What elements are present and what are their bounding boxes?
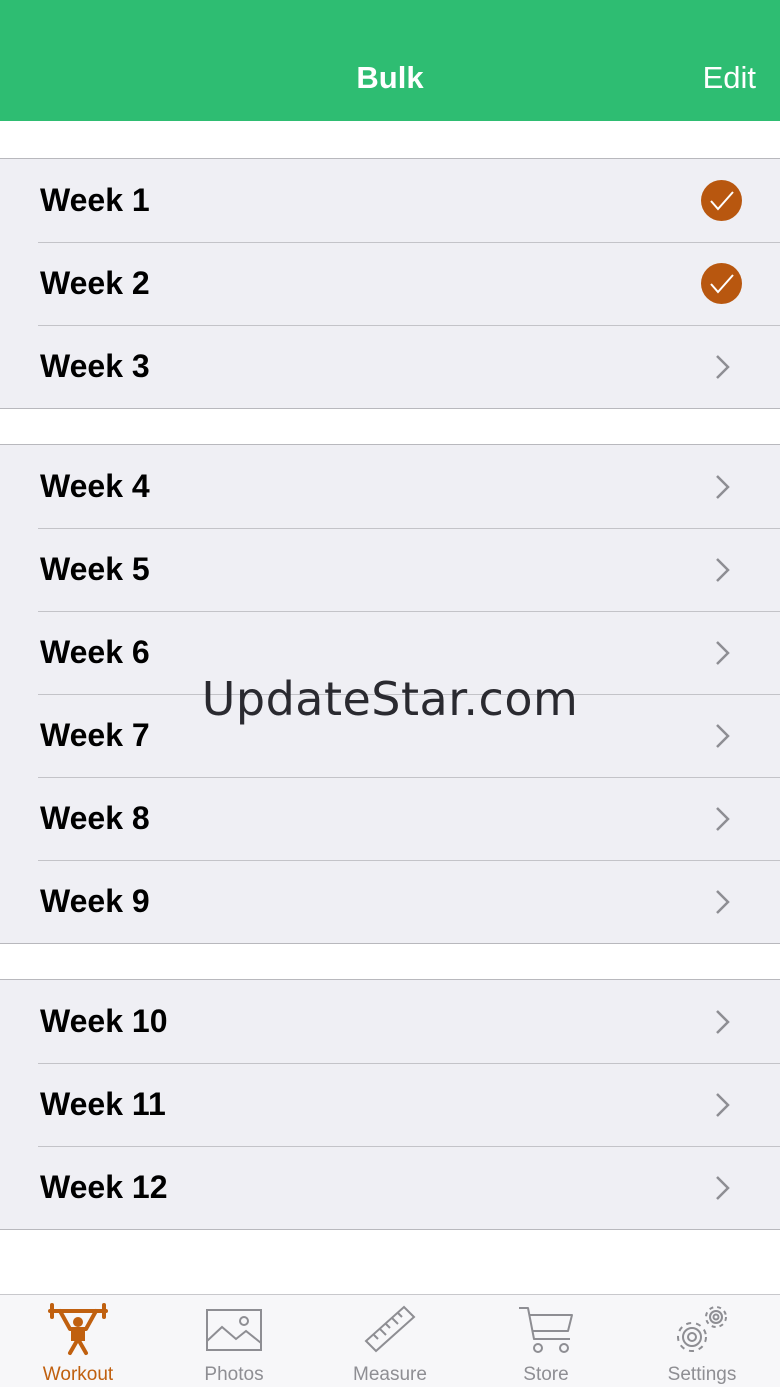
week-label: Week 2 bbox=[40, 265, 150, 301]
photo-icon bbox=[206, 1309, 262, 1351]
week-label: Week 9 bbox=[40, 883, 150, 919]
week-section-1: Week 1 Week 2 Week 3 bbox=[0, 158, 780, 409]
week-label: Week 10 bbox=[40, 1003, 168, 1039]
tab-label: Measure bbox=[353, 1364, 427, 1385]
week-section-3: Week 10 Week 11 Week 12 bbox=[0, 979, 780, 1230]
tab-photos[interactable]: Photos bbox=[156, 1295, 312, 1387]
weightlifter-icon bbox=[48, 1303, 108, 1355]
chevron-right-icon bbox=[716, 807, 730, 831]
list-item-week-11[interactable]: Week 11 bbox=[0, 1063, 780, 1146]
week-label: Week 4 bbox=[40, 468, 150, 504]
chevron-right-icon bbox=[716, 558, 730, 582]
cart-icon bbox=[519, 1307, 573, 1353]
gears-icon bbox=[677, 1306, 727, 1352]
week-label: Week 5 bbox=[40, 551, 150, 587]
tab-label: Settings bbox=[667, 1364, 737, 1385]
list-item-week-8[interactable]: Week 8 bbox=[0, 777, 780, 860]
week-label: Week 1 bbox=[40, 182, 150, 218]
chevron-right-icon bbox=[716, 1093, 730, 1117]
chevron-right-icon bbox=[716, 355, 730, 379]
tab-bar: Workout Photos Measure Store Settings bbox=[0, 1294, 780, 1387]
tab-workout[interactable]: Workout bbox=[0, 1295, 156, 1387]
list-item-week-4[interactable]: Week 4 bbox=[0, 445, 780, 528]
tab-label: Workout bbox=[42, 1364, 114, 1385]
nav-bar: Bulk Edit bbox=[0, 0, 780, 121]
ruler-icon bbox=[364, 1305, 416, 1353]
tab-label: Store bbox=[523, 1364, 569, 1385]
watermark-text: UpdateStar.com bbox=[201, 672, 579, 726]
edit-button[interactable]: Edit bbox=[703, 60, 756, 96]
list-item-week-9[interactable]: Week 9 bbox=[0, 860, 780, 943]
chevron-right-icon bbox=[716, 1176, 730, 1200]
tab-store[interactable]: Store bbox=[468, 1295, 624, 1387]
list-item-week-10[interactable]: Week 10 bbox=[0, 980, 780, 1063]
week-label: Week 12 bbox=[40, 1169, 168, 1205]
list-item-week-1[interactable]: Week 1 bbox=[0, 159, 780, 242]
list-item-week-2[interactable]: Week 2 bbox=[0, 242, 780, 325]
chevron-right-icon bbox=[716, 890, 730, 914]
week-label: Week 11 bbox=[40, 1086, 166, 1122]
checkmark-icon bbox=[701, 180, 742, 221]
list-item-week-5[interactable]: Week 5 bbox=[0, 528, 780, 611]
list-item-week-3[interactable]: Week 3 bbox=[0, 325, 780, 408]
list-item-week-12[interactable]: Week 12 bbox=[0, 1146, 780, 1229]
tab-measure[interactable]: Measure bbox=[312, 1295, 468, 1387]
chevron-right-icon bbox=[716, 475, 730, 499]
week-label: Week 6 bbox=[40, 634, 150, 670]
tab-label: Photos bbox=[204, 1364, 264, 1385]
week-label: Week 3 bbox=[40, 348, 150, 384]
week-label: Week 8 bbox=[40, 800, 150, 836]
chevron-right-icon bbox=[716, 1010, 730, 1034]
checkmark-icon bbox=[701, 263, 742, 304]
chevron-right-icon bbox=[716, 641, 730, 665]
tab-settings[interactable]: Settings bbox=[624, 1295, 780, 1387]
page-title: Bulk bbox=[356, 60, 424, 95]
